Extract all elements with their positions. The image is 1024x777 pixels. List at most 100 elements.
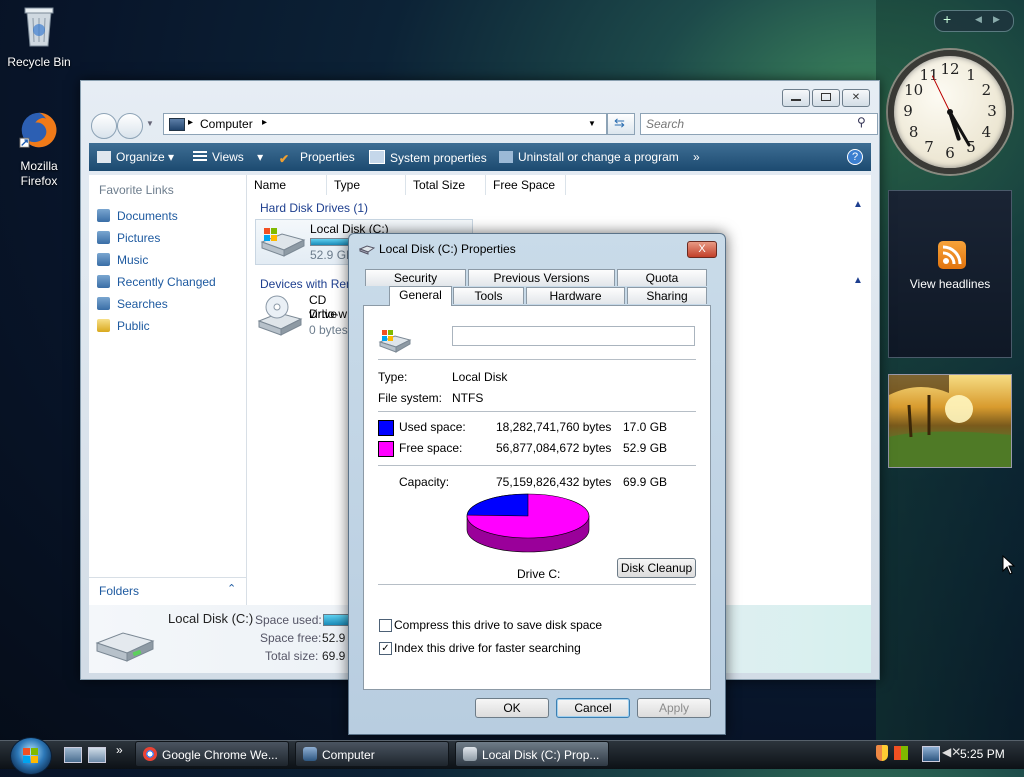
type-label: Type: <box>378 370 408 384</box>
rss-icon <box>938 241 966 269</box>
minimize-button[interactable] <box>782 89 810 107</box>
forward-button[interactable] <box>117 113 143 139</box>
tab-quota[interactable]: Quota <box>617 269 707 286</box>
breadcrumb-arrow-icon[interactable]: ▸ <box>188 117 193 128</box>
refresh-button[interactable]: ⇆ <box>607 113 635 135</box>
tab-sharing[interactable]: Sharing <box>627 287 707 304</box>
navigation-pane: Favorite Links Documents Pictures Music … <box>89 175 247 605</box>
cd-drive-item[interactable]: CD Drive virtio-w 0 bytes <box>255 293 355 343</box>
dialog-close-button[interactable]: X <box>687 241 717 258</box>
used-space-gb: 17.0 GB <box>623 420 668 434</box>
volume-label-input[interactable] <box>452 326 695 346</box>
tab-previous-versions[interactable]: Previous Versions <box>468 269 615 286</box>
link-public[interactable]: Public <box>97 319 150 333</box>
collapse-group-icon[interactable]: ▲ <box>853 199 863 210</box>
clock-gadget[interactable]: 12 1 2 3 4 5 6 7 8 9 10 11 <box>888 50 1012 174</box>
column-total-size[interactable]: Total Size <box>406 175 486 195</box>
help-icon[interactable]: ? <box>847 149 863 165</box>
task-computer[interactable]: Computer <box>295 741 449 767</box>
public-folder-icon <box>97 319 110 332</box>
compress-checkbox[interactable] <box>379 619 392 632</box>
more-commands-button[interactable]: » <box>693 150 700 164</box>
trash-icon <box>24 7 54 47</box>
quick-launch-more[interactable]: » <box>116 743 123 757</box>
cancel-button[interactable]: Cancel <box>556 698 630 718</box>
show-desktop-icon[interactable] <box>64 747 82 763</box>
chevron-up-icon[interactable]: ⌃ <box>227 582 236 595</box>
breadcrumb-next-icon[interactable]: ▸ <box>262 117 267 128</box>
address-bar[interactable]: ▸ Computer ▸ ▼ <box>163 113 607 135</box>
mouse-cursor-icon <box>1002 555 1016 575</box>
organize-icon <box>97 151 111 163</box>
address-dropdown-icon[interactable]: ▼ <box>588 119 596 128</box>
volume-icon[interactable]: ◀✕ <box>942 745 961 759</box>
add-gadget-icon[interactable]: + <box>943 11 951 27</box>
separator-3 <box>378 465 696 466</box>
tab-security[interactable]: Security <box>365 269 466 286</box>
firefox-label: Mozilla Firefox <box>20 159 58 188</box>
sidebar-controls[interactable]: + ◀ ▶ <box>934 10 1014 32</box>
disk-usage-pie <box>466 493 590 553</box>
uninstall-program-button[interactable]: Uninstall or change a program <box>499 150 679 164</box>
apply-button[interactable]: Apply <box>637 698 711 718</box>
tab-tools[interactable]: Tools <box>453 287 524 304</box>
taskbar-clock[interactable]: 5:25 PM <box>960 747 1005 761</box>
tab-hardware[interactable]: Hardware <box>526 287 625 304</box>
folders-label: Folders <box>99 584 140 598</box>
clock-hands <box>931 75 971 147</box>
column-name[interactable]: Name <box>247 175 327 195</box>
view-headlines-label[interactable]: View headlines <box>889 277 1011 291</box>
ok-button[interactable]: OK <box>475 698 549 718</box>
link-pictures[interactable]: Pictures <box>97 231 160 245</box>
disk-cleanup-button[interactable]: Disk Cleanup <box>617 558 696 578</box>
slideshow-gadget[interactable] <box>888 374 1012 468</box>
task-chrome[interactable]: Google Chrome We... <box>135 741 289 767</box>
firefox-shortcut[interactable]: Mozilla Firefox <box>1 108 77 189</box>
cd-drive-line3: 0 bytes <box>309 323 348 337</box>
search-icon[interactable]: ⚲ <box>857 115 866 129</box>
feed-headlines-gadget[interactable]: View headlines <box>888 190 1012 358</box>
capacity-gb: 69.9 GB <box>623 475 668 489</box>
free-space-label: Free space: <box>399 441 463 455</box>
maximize-button[interactable] <box>812 89 840 107</box>
views-button[interactable]: Views ▾ <box>193 150 263 164</box>
index-checkbox[interactable]: ✓ <box>379 642 392 655</box>
link-documents[interactable]: Documents <box>97 209 178 223</box>
link-music[interactable]: Music <box>97 253 148 267</box>
close-window-button[interactable]: ✕ <box>842 89 870 107</box>
folders-toggle[interactable]: Folders ⌃ <box>89 577 246 604</box>
hard-drive-icon <box>260 228 306 257</box>
cd-drive-icon <box>257 295 303 336</box>
properties-button[interactable]: ✔ Properties <box>279 150 355 166</box>
search-input[interactable]: Search ⚲ <box>640 113 878 135</box>
column-free-space[interactable]: Free Space <box>486 175 566 195</box>
compress-label[interactable]: Compress this drive to save disk space <box>394 618 602 632</box>
used-space-bytes: 18,282,741,760 bytes <box>496 420 612 434</box>
navigation-bar: ▼ ▸ Computer ▸ ▼ ⇆ Search ⚲ <box>89 111 878 139</box>
expand-group-icon[interactable]: ▲ <box>853 275 863 286</box>
link-recently-changed[interactable]: Recently Changed <box>97 275 216 289</box>
group-removable-devices[interactable]: Devices with Ren <box>260 277 353 291</box>
breadcrumb-computer[interactable]: Computer <box>200 117 253 131</box>
switch-windows-icon[interactable] <box>88 747 106 763</box>
link-searches[interactable]: Searches <box>97 297 168 311</box>
windows-update-icon[interactable] <box>894 746 908 760</box>
checkmark-icon: ✔ <box>279 152 290 166</box>
system-properties-icon <box>369 150 385 164</box>
sidebar-next-icon[interactable]: ▶ <box>993 14 1000 25</box>
recycle-bin-icon[interactable]: Recycle Bin <box>1 4 77 69</box>
free-space-bytes: 56,877,084,672 bytes <box>496 441 612 455</box>
task-local-disk-properties[interactable]: Local Disk (C:) Prop... <box>455 741 609 767</box>
organize-button[interactable]: Organize ▾ <box>97 150 174 164</box>
start-button[interactable] <box>10 737 52 775</box>
sidebar-prev-icon[interactable]: ◀ <box>975 14 982 25</box>
group-hard-disk-drives[interactable]: Hard Disk Drives (1) <box>260 201 368 215</box>
system-properties-button[interactable]: System properties <box>369 150 487 165</box>
security-shield-icon[interactable] <box>876 745 888 761</box>
column-type[interactable]: Type <box>327 175 406 195</box>
history-dropdown-icon[interactable]: ▼ <box>146 119 154 128</box>
tab-general[interactable]: General <box>389 286 452 306</box>
network-icon[interactable] <box>922 746 940 762</box>
back-button[interactable] <box>91 113 117 139</box>
index-label[interactable]: Index this drive for faster searching <box>394 641 581 655</box>
